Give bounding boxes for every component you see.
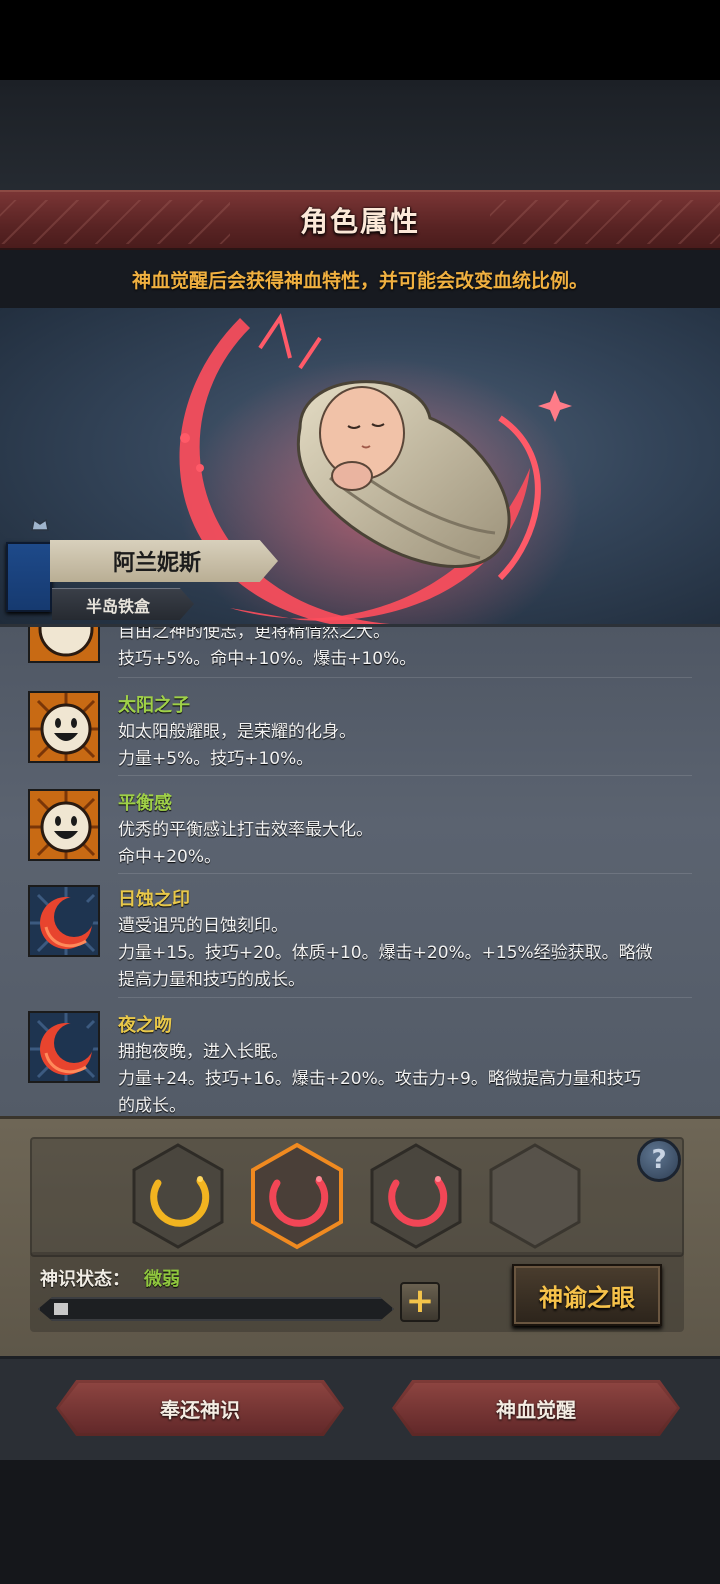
eclipse-mark-icon bbox=[28, 1011, 100, 1083]
trait-desc-line: 的成长。 bbox=[118, 1096, 186, 1116]
title-bar: 角色属性 bbox=[0, 190, 720, 250]
rank-crown-icon bbox=[31, 518, 49, 531]
sun-face-icon bbox=[28, 691, 100, 763]
help-button[interactable]: ? bbox=[637, 1138, 681, 1182]
oracle-eye-label: 神谕之眼 bbox=[539, 1283, 635, 1312]
trait-desc-line: 自由之神的使志，更将精情然之大。 bbox=[118, 624, 390, 642]
character-name: 阿兰妮斯 bbox=[112, 551, 201, 576]
trait-desc-line: 拥抱夜晚，进入长眠。 bbox=[118, 1042, 288, 1062]
page-title: 角色属性 bbox=[299, 205, 420, 238]
divine-blood-awaken-button[interactable]: 神血觉醒 bbox=[392, 1380, 680, 1436]
add-divine-sense-button[interactable]: + bbox=[400, 1282, 440, 1322]
trait-desc: 如太阳般耀眼，是荣耀的化身。 力量+5%。技巧+10%。 bbox=[118, 719, 688, 773]
trait-desc-line: 命中+20%。 bbox=[118, 847, 222, 867]
origin-plate: 半岛铁盒 bbox=[52, 588, 194, 620]
trait-desc-line: 遭受诅咒的日蚀刻印。 bbox=[118, 916, 288, 936]
progress-fill bbox=[54, 1303, 68, 1315]
trait-name: 夜之吻 bbox=[118, 1015, 172, 1036]
title-ornament-left bbox=[0, 200, 230, 244]
trait-desc-line: 力量+5%。技巧+10%。 bbox=[118, 749, 314, 769]
oracle-eye-button[interactable]: 神谕之眼 bbox=[512, 1264, 662, 1326]
divider bbox=[118, 873, 692, 874]
page-subtitle: 神血觉醒后会获得神血特性，并可能会改变血统比例。 bbox=[131, 269, 588, 292]
trait-desc-line: 力量+15。技巧+20。体质+10。爆击+20%。+15%经验获取。略微 bbox=[118, 943, 653, 963]
divider bbox=[118, 997, 692, 998]
slot-crimson-crescent-icon[interactable] bbox=[366, 1141, 466, 1251]
divider bbox=[118, 775, 692, 776]
subtitle-bar: 神血觉醒后会获得神血特性，并可能会改变血统比例。 bbox=[0, 250, 720, 308]
return-divine-sense-label: 奉还神识 bbox=[160, 1397, 240, 1422]
sun-face-icon bbox=[28, 627, 100, 663]
top-black-bar bbox=[0, 0, 720, 80]
trait-name: 平衡感 bbox=[118, 793, 172, 814]
trait-desc-line: 力量+24。技巧+16。爆击+20%。攻击力+9。略微提高力量和技巧 bbox=[118, 1069, 641, 1089]
trait-list[interactable]: 自由之神的使志，更将精情然之大。 技巧+5%。命中+10%。爆击+10%。 太阳… bbox=[0, 624, 720, 1118]
divine-sense-value: 微弱 bbox=[144, 1269, 180, 1290]
trait-desc: 优秀的平衡感让打击效率最大化。 命中+20%。 bbox=[118, 817, 688, 871]
divine-sense-label: 神识状态： bbox=[40, 1269, 130, 1290]
bottom-dark-area bbox=[0, 1460, 720, 1584]
sun-face-icon bbox=[28, 789, 100, 861]
trait-desc-line: 提高力量和技巧的成长。 bbox=[118, 970, 305, 990]
trait-desc: 遭受诅咒的日蚀刻印。 力量+15。技巧+20。体质+10。爆击+20%。+15%… bbox=[118, 913, 688, 994]
slot-crimson-crescent-selected-icon[interactable] bbox=[247, 1141, 347, 1251]
title-ornament-right bbox=[490, 200, 720, 244]
slot-empty[interactable] bbox=[485, 1141, 585, 1251]
trait-desc: 自由之神的使志，更将精情然之大。 技巧+5%。命中+10%。爆击+10%。 bbox=[118, 624, 688, 673]
trait-name: 日蚀之印 bbox=[118, 889, 190, 910]
trait-desc-line: 优秀的平衡感让打击效率最大化。 bbox=[118, 820, 373, 840]
trait-name: 太阳之子 bbox=[118, 695, 190, 716]
name-plate: 阿兰妮斯 bbox=[50, 540, 278, 582]
divider bbox=[118, 677, 692, 678]
banner-flag-icon bbox=[6, 542, 52, 612]
trait-desc: 拥抱夜晚，进入长眠。 力量+24。技巧+16。爆击+20%。攻击力+9。略微提高… bbox=[118, 1039, 688, 1118]
eclipse-mark-icon bbox=[28, 885, 100, 957]
character-origin: 半岛铁盒 bbox=[85, 596, 150, 616]
return-divine-sense-button[interactable]: 奉还神识 bbox=[56, 1380, 344, 1436]
divine-blood-awaken-label: 神血觉醒 bbox=[496, 1397, 576, 1422]
trait-desc-line: 如太阳般耀眼，是荣耀的化身。 bbox=[118, 722, 356, 742]
trait-desc-line: 技巧+5%。命中+10%。爆击+10%。 bbox=[118, 649, 417, 669]
slot-golden-crescent-icon[interactable] bbox=[128, 1141, 228, 1251]
divine-sense-progress-bar bbox=[38, 1297, 394, 1321]
